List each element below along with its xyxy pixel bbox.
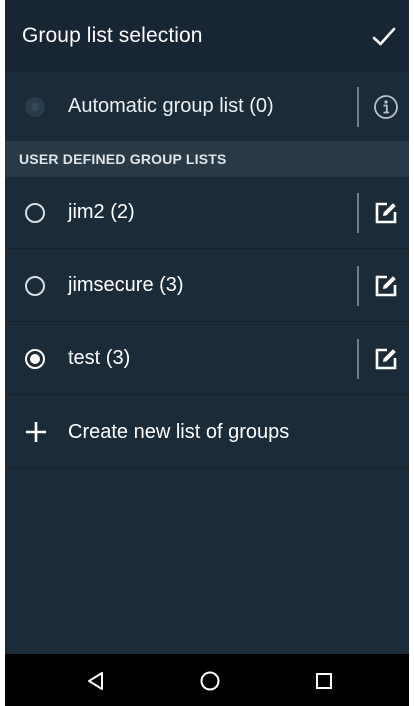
- group-list-item[interactable]: test (3): [5, 323, 409, 395]
- screen: Group list selection Automatic group lis…: [5, 0, 409, 706]
- group-radio-button[interactable]: [25, 202, 45, 223]
- section-header: USER DEFINED GROUP LISTS: [5, 141, 409, 177]
- group-radio-button-selected[interactable]: [25, 348, 45, 369]
- plus-icon: [26, 422, 46, 442]
- page-title: Group list selection: [22, 24, 203, 47]
- back-button[interactable]: [82, 667, 110, 695]
- recents-square-icon: [316, 673, 332, 689]
- vertical-divider: [357, 192, 359, 233]
- edit-icon: [375, 202, 397, 223]
- group-radio-button[interactable]: [25, 275, 45, 296]
- confirm-button[interactable]: [367, 22, 401, 52]
- info-button[interactable]: [371, 92, 401, 122]
- edit-button[interactable]: [371, 344, 401, 374]
- create-new-list-button[interactable]: Create new list of groups: [5, 396, 409, 469]
- home-circle-icon: [200, 671, 220, 691]
- edit-button[interactable]: [371, 271, 401, 301]
- info-icon: [374, 94, 398, 119]
- create-new-list-label: Create new list of groups: [68, 420, 290, 443]
- automatic-radio-button[interactable]: [25, 96, 45, 117]
- section-header-label: USER DEFINED GROUP LISTS: [19, 151, 227, 167]
- back-triangle-icon: [88, 672, 103, 690]
- edit-icon: [375, 348, 397, 369]
- edit-icon: [375, 275, 397, 296]
- app-bar: Group list selection: [5, 0, 409, 72]
- group-list-label: test (3): [68, 347, 131, 369]
- group-list-item[interactable]: jimsecure (3): [5, 250, 409, 322]
- automatic-group-list-label: Automatic group list (0): [68, 95, 274, 117]
- checkmark-icon: [372, 27, 396, 46]
- home-button[interactable]: [196, 667, 224, 695]
- automatic-group-list-row[interactable]: Automatic group list (0): [5, 72, 409, 141]
- system-navigation-bar: [5, 654, 409, 706]
- group-list-item[interactable]: jim2 (2): [5, 177, 409, 249]
- vertical-divider: [357, 86, 359, 127]
- edit-button[interactable]: [371, 198, 401, 228]
- group-list-label: jim2 (2): [68, 201, 135, 223]
- recents-button[interactable]: [310, 667, 338, 695]
- group-list-label: jimsecure (3): [68, 274, 184, 296]
- vertical-divider: [357, 338, 359, 379]
- vertical-divider: [357, 265, 359, 306]
